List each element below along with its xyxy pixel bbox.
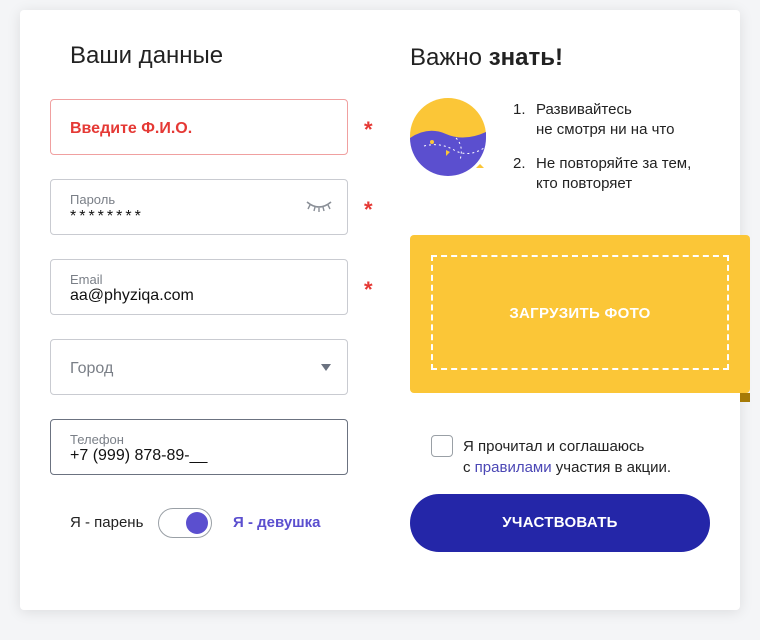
gender-toggle[interactable]: [158, 508, 212, 538]
password-field[interactable]: Пароль ********: [50, 179, 348, 235]
illustration-icon: [410, 98, 490, 183]
rules-link[interactable]: правилами: [475, 459, 552, 476]
agree-suffix: участия в акции.: [551, 459, 672, 476]
fio-error-text: Введите Ф.И.О.: [70, 120, 193, 137]
left-title: Ваши данные: [70, 42, 224, 69]
password-label: Пароль: [70, 192, 116, 207]
tip-line: кто повторяет: [536, 175, 633, 192]
right-title-bold: знать!: [488, 44, 563, 71]
email-field[interactable]: Email aa@phyziqa.com: [50, 259, 348, 315]
email-required-mark: *: [364, 277, 373, 302]
upload-photo-area[interactable]: ЗАГРУЗИТЬ ФОТО: [410, 235, 750, 402]
tips-list: 1. Развивайтесь не смотря ни на что 2. Н…: [513, 100, 691, 208]
gender-male-label[interactable]: Я - парень: [70, 514, 143, 531]
right-title: Важно знать!: [410, 44, 563, 72]
toggle-knob: [186, 512, 208, 534]
gender-female-label[interactable]: Я - девушка: [233, 514, 321, 531]
tip-item: 2. Не повторяйте за тем, кто повторяет: [513, 154, 691, 194]
tip-line: не смотря ни на что: [536, 121, 675, 138]
agree-prefix: с: [463, 459, 475, 476]
email-value: aa@phyziqa.com: [70, 287, 194, 304]
password-required-mark: *: [364, 197, 373, 222]
agree-text: Я прочитал и соглашаюсь с правилами учас…: [463, 436, 671, 478]
agree-checkbox[interactable]: [431, 435, 453, 457]
tip-number: 2.: [513, 155, 526, 172]
tip-item: 1. Развивайтесь не смотря ни на что: [513, 100, 691, 140]
fio-field[interactable]: Введите Ф.И.О.: [50, 99, 348, 155]
fio-required-mark: *: [364, 117, 373, 142]
eye-closed-icon[interactable]: [305, 198, 333, 219]
city-placeholder: Город: [70, 360, 114, 377]
tip-line: Развивайтесь: [536, 101, 632, 118]
phone-field[interactable]: Телефон +7 (999) 878-89-__: [50, 419, 348, 475]
password-value: ********: [70, 208, 144, 225]
email-label: Email: [70, 272, 103, 287]
phone-label: Телефон: [70, 432, 124, 447]
agree-line-1: Я прочитал и соглашаюсь: [463, 438, 645, 455]
tip-line: Не повторяйте за тем,: [536, 155, 692, 172]
phone-value: +7 (999) 878-89-__: [70, 447, 208, 464]
upload-photo-label: ЗАГРУЗИТЬ ФОТО: [509, 305, 651, 322]
city-select[interactable]: Город: [50, 339, 348, 395]
right-title-prefix: Важно: [410, 44, 489, 71]
chevron-down-icon[interactable]: [321, 364, 331, 371]
participate-button[interactable]: УЧАСТВОВАТЬ: [410, 494, 710, 552]
agree-line-2: с правилами участия в акции.: [463, 457, 671, 478]
tip-number: 1.: [513, 101, 526, 118]
corner-fold: [740, 393, 750, 402]
